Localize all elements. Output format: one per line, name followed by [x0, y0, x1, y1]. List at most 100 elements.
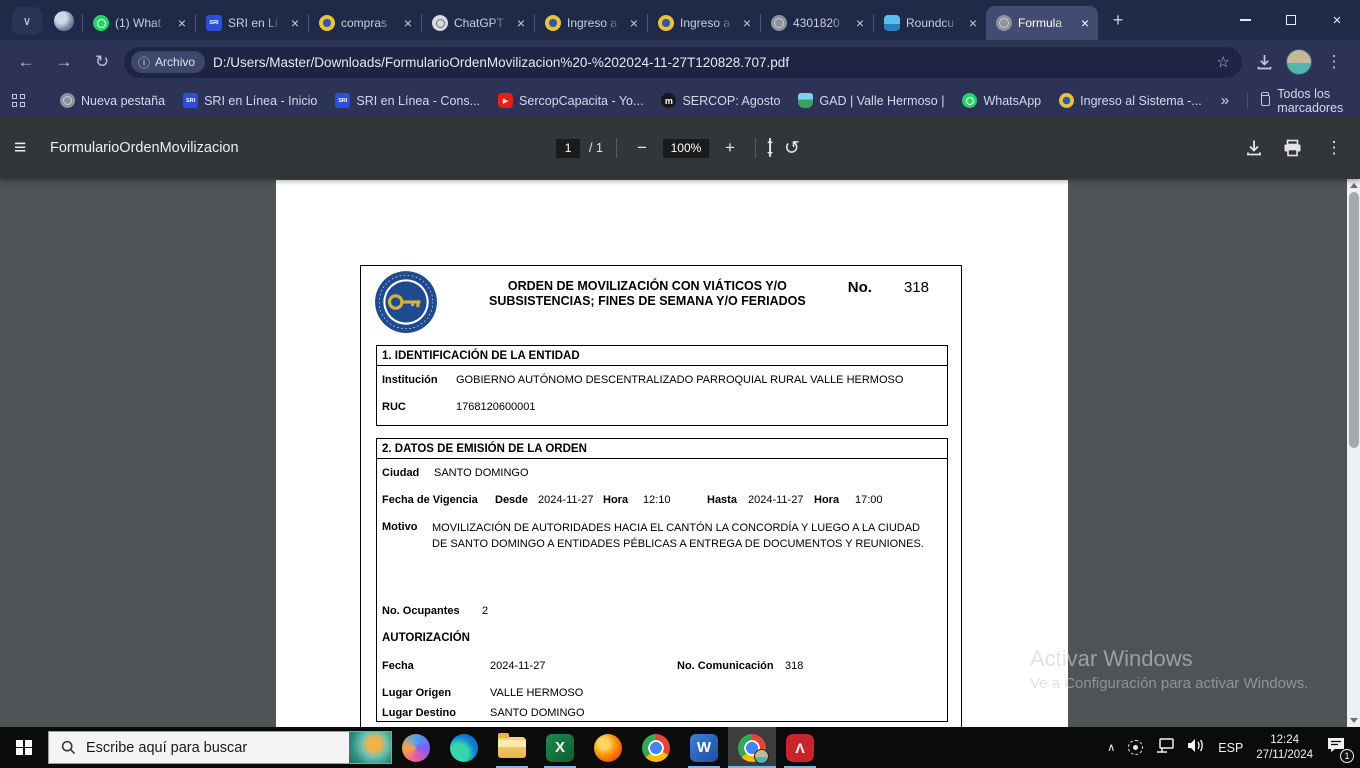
reload-icon: ↻ — [94, 52, 110, 71]
start-button[interactable] — [0, 727, 48, 768]
tab-roundcube[interactable]: Roundcu × — [874, 6, 986, 40]
pdf-right-controls: ⋮ — [1245, 138, 1346, 158]
rotate-button[interactable]: ↺ — [780, 137, 804, 160]
fit-page-icon — [768, 138, 771, 157]
taskbar-app-word[interactable]: W — [680, 727, 728, 768]
watermark-line1: Activar Windows — [1030, 646, 1193, 671]
forward-button[interactable]: → — [48, 46, 80, 78]
ecuador-crest-icon — [545, 15, 561, 31]
bookmark-whatsapp[interactable]: WhatsApp — [955, 90, 1048, 111]
search-highlight-image[interactable] — [349, 732, 391, 763]
zoom-out-button[interactable]: − — [630, 138, 654, 158]
pdf-toolbar: ≡ FormularioOrdenMovilizacion 1 / 1 − 10… — [0, 117, 1360, 179]
taskbar-app-firefox[interactable] — [584, 727, 632, 768]
pdf-viewer-area[interactable]: ORDEN DE MOVILIZACIÓN CON VIÁTICOS Y/O S… — [0, 179, 1360, 727]
pdf-download-button[interactable] — [1245, 139, 1263, 157]
url-text[interactable]: D:/Users/Master/Downloads/FormularioOrde… — [213, 55, 1203, 70]
tab-4301820[interactable]: 4301820 × — [761, 6, 873, 40]
hamburger-icon: ≡ — [14, 136, 27, 159]
page-number-input[interactable]: 1 — [556, 138, 581, 158]
zoom-in-button[interactable]: + — [718, 138, 742, 158]
taskbar-clock[interactable]: 12:24 27/11/2024 — [1256, 733, 1313, 763]
close-icon[interactable]: × — [966, 15, 980, 31]
info-icon: ⓘ — [138, 55, 151, 70]
close-icon[interactable]: × — [288, 15, 302, 31]
scroll-down-icon[interactable] — [1349, 718, 1358, 723]
ecuador-crest-icon — [658, 15, 674, 31]
tab-chatgpt[interactable]: ChatGPT × — [422, 6, 534, 40]
bookmark-label: Ingreso al Sistema -... — [1080, 93, 1202, 108]
tab-whatsapp[interactable]: (1) What × — [83, 6, 195, 40]
close-icon[interactable]: × — [401, 15, 415, 31]
taskbar-app-chrome-profile[interactable] — [728, 727, 776, 768]
taskbar-app-acrobat[interactable]: Λ — [776, 727, 824, 768]
language-indicator[interactable]: ESP — [1218, 741, 1243, 755]
tab-search-button[interactable]: ∨ — [12, 7, 42, 35]
bookmark-sercop-agosto[interactable]: m SERCOP: Agosto — [654, 90, 787, 111]
notification-badge: 1 — [1340, 749, 1354, 763]
tray-expand-button[interactable]: ∧ — [1107, 741, 1115, 754]
browser-menu-button[interactable]: ⋮ — [1318, 46, 1350, 78]
fit-page-button[interactable] — [768, 138, 771, 157]
edge-icon — [450, 733, 478, 762]
pdf-scrollbar[interactable] — [1347, 179, 1360, 727]
close-icon[interactable]: × — [175, 15, 189, 31]
file-scheme-chip[interactable]: ⓘ Archivo — [131, 51, 206, 73]
zoom-level-input[interactable]: 100% — [662, 138, 709, 158]
all-bookmarks[interactable]: Todos los marcadores — [1241, 87, 1349, 115]
close-window-button[interactable]: × — [1314, 0, 1360, 40]
pinned-tab[interactable] — [54, 11, 74, 31]
bookmark-gad-valle-hermoso[interactable]: GAD | Valle Hermoso | — [791, 90, 951, 111]
tab-formulario-active[interactable]: Formula × — [986, 6, 1098, 40]
tab-ingreso-2[interactable]: Ingreso a × — [648, 6, 760, 40]
taskbar-app-copilot[interactable] — [392, 727, 440, 768]
restore-button[interactable] — [1268, 0, 1314, 40]
bookmark-sri-consultas[interactable]: SRI SRI en Línea - Cons... — [328, 90, 487, 111]
tab-sri[interactable]: SRI SRI en Lí × — [196, 6, 308, 40]
separator — [615, 138, 617, 158]
bookmarks-overflow-button[interactable]: » — [1213, 92, 1237, 109]
tab-ingreso-1[interactable]: Ingreso a × — [535, 6, 647, 40]
profile-avatar[interactable] — [1286, 49, 1312, 75]
tab-title: Formula — [1018, 16, 1063, 30]
close-icon[interactable]: × — [853, 15, 867, 31]
sri-icon: SRI — [206, 15, 222, 31]
taskbar-app-explorer[interactable] — [488, 727, 536, 768]
bookmark-sri-inicio[interactable]: SRI SRI en Línea - Inicio — [176, 90, 324, 111]
bookmark-star-button[interactable]: ☆ — [1211, 53, 1236, 71]
scroll-up-icon[interactable] — [1349, 183, 1358, 188]
taskbar-app-chrome[interactable] — [632, 727, 680, 768]
bookmark-nueva-pestana[interactable]: Nueva pestaña — [53, 90, 172, 111]
close-icon[interactable]: × — [627, 15, 641, 31]
new-tab-button[interactable]: + — [1104, 6, 1132, 34]
close-icon[interactable]: × — [1078, 15, 1092, 31]
acrobat-icon: Λ — [786, 733, 814, 762]
firefox-icon — [594, 733, 622, 762]
close-icon[interactable]: × — [514, 15, 528, 31]
tray-status-icon[interactable] — [1128, 740, 1144, 755]
back-button[interactable]: ← — [10, 46, 42, 78]
speaker-icon — [1188, 738, 1204, 752]
scrollbar-thumb[interactable] — [1348, 192, 1359, 448]
minimize-button[interactable] — [1222, 0, 1268, 40]
tab-compras[interactable]: compras × — [309, 6, 421, 40]
tab-title: Ingreso a — [567, 16, 618, 30]
address-bar[interactable]: ⓘ Archivo D:/Users/Master/Downloads/Form… — [124, 46, 1242, 78]
pdf-menu-button[interactable]: ≡ — [14, 136, 50, 160]
taskbar-search-input[interactable]: Escribe aquí para buscar — [48, 731, 392, 764]
bookmark-ingreso-sistema[interactable]: Ingreso al Sistema -... — [1052, 90, 1209, 111]
notification-center-button[interactable]: 1 — [1326, 736, 1354, 763]
pdf-print-button[interactable] — [1283, 139, 1302, 157]
rotate-icon: ↺ — [783, 137, 800, 159]
profile-avatar — [754, 748, 769, 764]
pdf-more-button[interactable]: ⋮ — [1322, 138, 1346, 158]
taskbar-app-edge[interactable] — [440, 727, 488, 768]
taskbar-app-excel[interactable]: X — [536, 727, 584, 768]
reload-button[interactable]: ↻ — [86, 46, 118, 78]
downloads-button[interactable] — [1248, 46, 1280, 78]
bookmark-sercopcapacita[interactable]: ▶ SercopCapacita - Yo... — [491, 90, 650, 111]
apps-grid-icon[interactable] — [12, 93, 25, 108]
close-icon[interactable]: × — [740, 15, 754, 31]
volume-button[interactable] — [1187, 738, 1205, 758]
network-button[interactable] — [1156, 737, 1175, 758]
